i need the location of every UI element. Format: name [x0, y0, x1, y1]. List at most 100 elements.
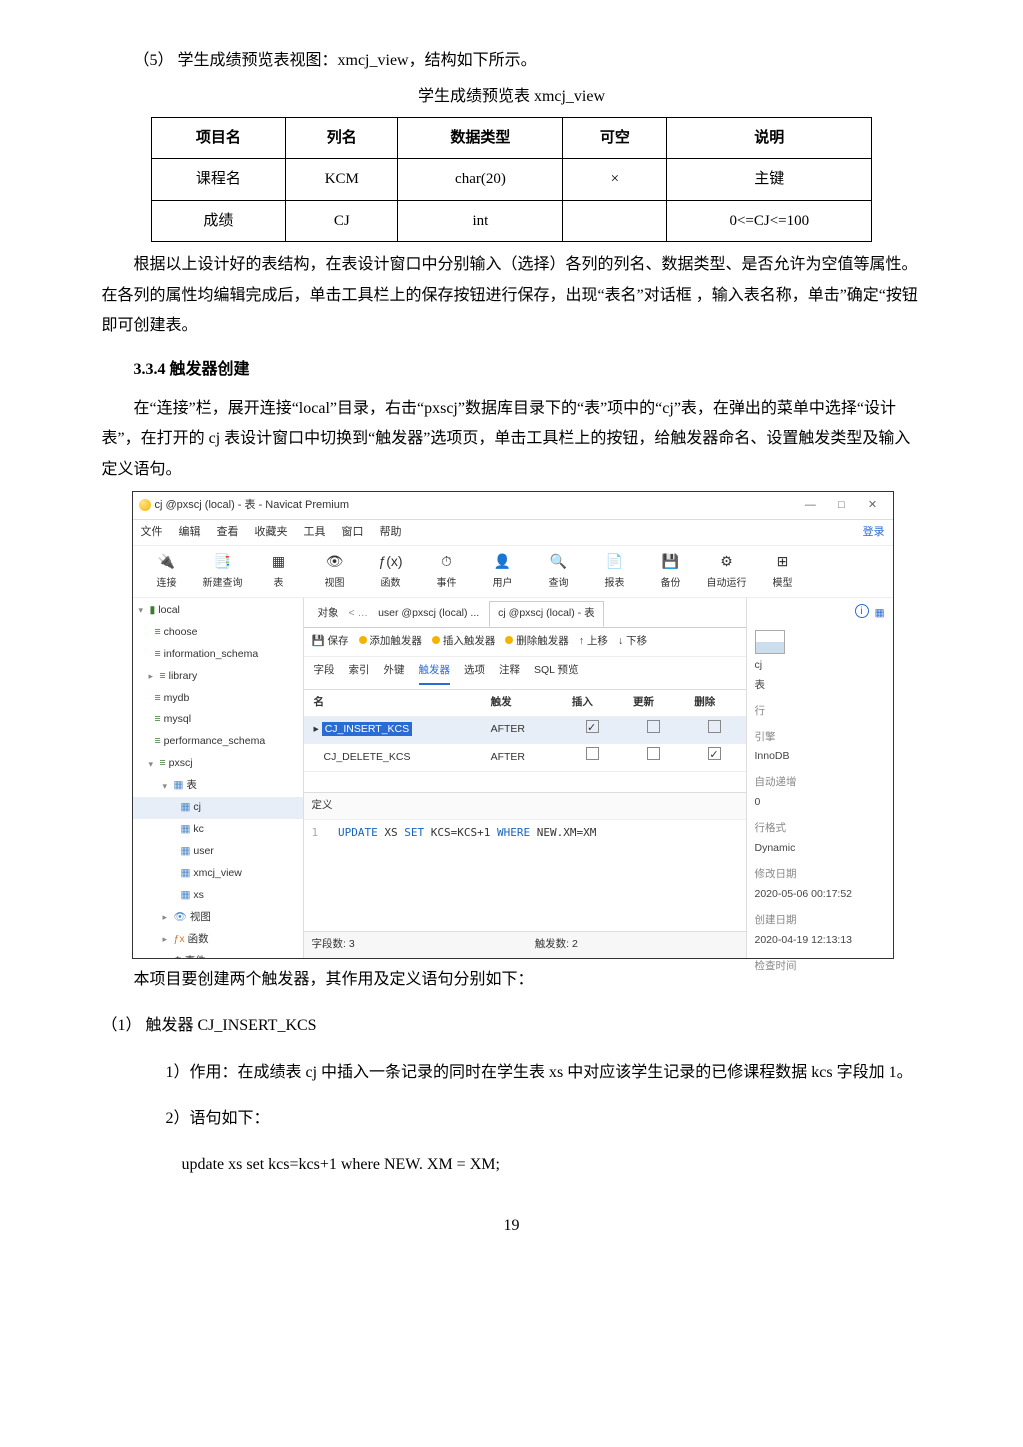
tree-tables[interactable]: 表 [186, 776, 197, 796]
tab-cj[interactable]: cj @pxscj (local) - 表 [489, 601, 603, 627]
tool-func[interactable]: ƒ(x)函数 [363, 550, 419, 593]
trigger-row[interactable]: ▸ CJ_INSERT_KCS AFTER [304, 716, 746, 744]
trigger-name: CJ_DELETE_KCS [304, 744, 481, 772]
move-up-button[interactable]: ↑ 上移 [579, 632, 608, 652]
tool-label: 查询 [549, 574, 569, 593]
status-triggers: 触发数: 2 [535, 935, 578, 955]
checkbox-delete[interactable] [708, 747, 721, 760]
td: KCM [286, 159, 398, 201]
checkbox-update[interactable] [647, 720, 660, 733]
design-tabs: 字段 索引 外键 触发器 选项 注释 SQL 预览 [304, 657, 746, 690]
tree-db[interactable]: information_schema [164, 645, 259, 665]
th: 数据类型 [398, 117, 563, 159]
rp-autoinc-label: 自动递增 [755, 773, 885, 793]
db-icon: ≡ [160, 667, 166, 687]
report-icon: 📄 [604, 550, 626, 572]
tool-table[interactable]: ▦表 [251, 550, 307, 593]
table-row: 课程名 KCM char(20) × 主键 [151, 159, 872, 201]
rp-created-label: 创建日期 [755, 911, 885, 931]
tool-query[interactable]: 🔍查询 [531, 550, 587, 593]
gear-icon: ⚙ [716, 550, 738, 572]
tree-table[interactable]: xmcj_view [193, 864, 241, 884]
tool-report[interactable]: 📄 报表 [587, 550, 643, 593]
tool-user[interactable]: 👤用户 [475, 550, 531, 593]
rp-autoinc-value: 0 [755, 793, 885, 813]
insert-trigger-button[interactable]: 插入触发器 [432, 632, 495, 652]
tab-objects[interactable]: 对象 [310, 602, 347, 626]
save-button[interactable]: 💾 保存 [312, 632, 349, 652]
menu-edit[interactable]: 编辑 [179, 522, 201, 543]
db-icon: ≡ [155, 689, 161, 709]
checkbox-insert[interactable] [586, 720, 599, 733]
tab-extra[interactable]: user @pxscj (local) ... [370, 602, 487, 626]
tool-event[interactable]: ⏱事件 [419, 550, 475, 593]
minimize-button[interactable]: — [796, 495, 824, 516]
menu-view[interactable]: 查看 [217, 522, 239, 543]
td: 成绩 [151, 200, 285, 242]
window-controls: — □ ✕ [796, 495, 886, 516]
tab-comment[interactable]: 注释 [499, 661, 520, 685]
tool-label: 模型 [773, 574, 793, 593]
tree-funcs[interactable]: 函数 [188, 930, 209, 950]
grid-icon[interactable]: ▦ [875, 604, 885, 624]
connection-tree[interactable]: ▾▮local ≡choose ≡information_schema ▸≡li… [133, 598, 304, 958]
up-label: 上移 [587, 635, 608, 647]
col-name: 名 [304, 690, 481, 716]
trigger-row[interactable]: CJ_DELETE_KCS AFTER [304, 744, 746, 772]
tab-fields[interactable]: 字段 [314, 661, 335, 685]
tree-db[interactable]: performance_schema [164, 732, 266, 752]
tree-root[interactable]: local [158, 601, 180, 621]
tool-newquery[interactable]: 📑新建查询 [195, 550, 251, 593]
menu-fav[interactable]: 收藏夹 [255, 522, 288, 543]
login-link[interactable]: 登录 [863, 522, 885, 543]
tree-table[interactable]: kc [193, 820, 204, 840]
sql-editor[interactable]: 1 UPDATE XS SET KCS=KCS+1 WHERE NEW.XM=X… [304, 820, 746, 847]
move-down-button[interactable]: ↓ 下移 [618, 632, 647, 652]
tool-label: 用户 [493, 574, 513, 593]
td: 0<=CJ<=100 [667, 200, 872, 242]
tree-table[interactable]: xs [193, 886, 204, 906]
info-icon[interactable]: i [855, 604, 869, 618]
tree-events[interactable]: 事件 [185, 952, 206, 958]
td: int [398, 200, 563, 242]
tool-backup[interactable]: 💾备份 [643, 550, 699, 593]
menu-help[interactable]: 帮助 [380, 522, 402, 543]
tree-table-cj[interactable]: cj [193, 798, 201, 818]
tree-table[interactable]: user [193, 842, 213, 862]
designer-toolbar: 💾 保存 添加触发器 插入触发器 删除触发器 ↑ 上移 ↓ 下移 [304, 628, 746, 657]
tool-auto[interactable]: ⚙自动运行 [699, 550, 755, 593]
delete-trigger-button[interactable]: 删除触发器 [505, 632, 568, 652]
tab-fk[interactable]: 外键 [384, 661, 405, 685]
tool-label: 事件 [437, 574, 457, 593]
menu-file[interactable]: 文件 [141, 522, 163, 543]
add-trigger-button[interactable]: 添加触发器 [359, 632, 422, 652]
tab-sqlpreview[interactable]: SQL 预览 [534, 661, 579, 685]
tool-connect[interactable]: 🔌连接 [139, 550, 195, 593]
checkbox-insert[interactable] [586, 747, 599, 760]
sql-keyword: UPDATE [338, 826, 378, 839]
menu-tools[interactable]: 工具 [304, 522, 326, 543]
tree-db[interactable]: mydb [164, 689, 190, 709]
tree-db[interactable]: mysql [164, 710, 191, 730]
tree-db[interactable]: library [169, 667, 198, 687]
checkbox-delete[interactable] [708, 720, 721, 733]
tool-label: 报表 [605, 574, 625, 593]
tab-options[interactable]: 选项 [464, 661, 485, 685]
td: 课程名 [151, 159, 285, 201]
tab-triggers[interactable]: 触发器 [419, 661, 451, 685]
table-icon: ▦ [181, 886, 191, 906]
tree-views[interactable]: 视图 [190, 908, 211, 928]
menu-bar: 文件 编辑 查看 收藏夹 工具 窗口 帮助 登录 [133, 520, 893, 546]
intro-line: （5） 学生成绩预览表视图：xmcj_view，结构如下所示。 [102, 46, 922, 76]
tool-view[interactable]: 👁视图 [307, 550, 363, 593]
tree-db-pxscj[interactable]: pxscj [169, 754, 193, 774]
maximize-button[interactable]: □ [827, 495, 855, 516]
close-button[interactable]: ✕ [859, 495, 887, 516]
menu-window[interactable]: 窗口 [342, 522, 364, 543]
td: char(20) [398, 159, 563, 201]
rp-created-value: 2020-04-19 12:13:13 [755, 931, 885, 951]
checkbox-update[interactable] [647, 747, 660, 760]
tool-model[interactable]: ⊞模型 [755, 550, 811, 593]
tree-db[interactable]: choose [164, 623, 198, 643]
tab-indexes[interactable]: 索引 [349, 661, 370, 685]
